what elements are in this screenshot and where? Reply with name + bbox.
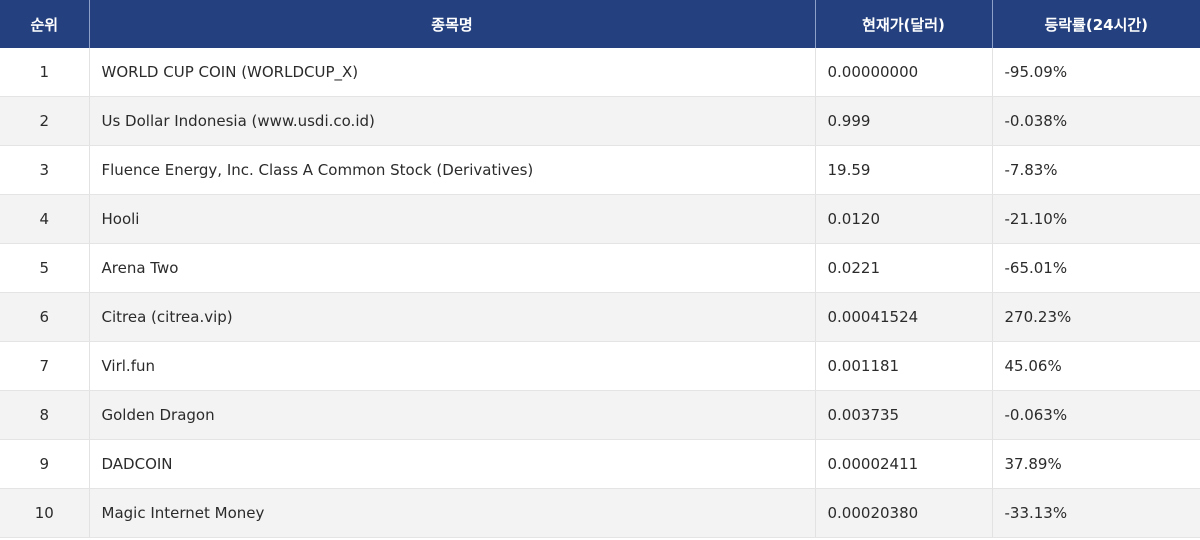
rank-cell: 10 — [0, 488, 90, 538]
name-cell: Golden Dragon — [89, 390, 816, 440]
rank-cell: 9 — [0, 439, 90, 489]
table-row[interactable]: 7 Virl.fun 0.001181 45.06% — [0, 341, 1200, 391]
table-row[interactable]: 10 Magic Internet Money 0.00020380 -33.1… — [0, 488, 1200, 538]
name-cell: Citrea (citrea.vip) — [89, 292, 816, 342]
change-cell: -0.063% — [992, 390, 1200, 440]
price-cell: 0.003735 — [815, 390, 993, 440]
name-cell: DADCOIN — [89, 439, 816, 489]
name-cell: Arena Two — [89, 243, 816, 293]
header-row: 순위 종목명 현재가(달러) 등락률(24시간) — [0, 0, 1200, 48]
price-cell: 0.00020380 — [815, 488, 993, 538]
price-cell: 0.00041524 — [815, 292, 993, 342]
rank-cell: 8 — [0, 390, 90, 440]
ranking-table: 순위 종목명 현재가(달러) 등락률(24시간) 1 WORLD CUP COI… — [0, 0, 1200, 538]
rank-cell: 6 — [0, 292, 90, 342]
table-row[interactable]: 8 Golden Dragon 0.003735 -0.063% — [0, 390, 1200, 440]
header-rank: 순위 — [0, 0, 90, 48]
change-cell: 37.89% — [992, 439, 1200, 489]
price-cell: 19.59 — [815, 145, 993, 195]
change-cell: -33.13% — [992, 488, 1200, 538]
price-cell: 0.0221 — [815, 243, 993, 293]
price-cell: 0.0120 — [815, 194, 993, 244]
name-cell: Virl.fun — [89, 341, 816, 391]
header-change: 등락률(24시간) — [992, 0, 1200, 48]
name-cell: Fluence Energy, Inc. Class A Common Stoc… — [89, 145, 816, 195]
table-row[interactable]: 3 Fluence Energy, Inc. Class A Common St… — [0, 145, 1200, 195]
change-cell: -21.10% — [992, 194, 1200, 244]
change-cell: 45.06% — [992, 341, 1200, 391]
table-row[interactable]: 6 Citrea (citrea.vip) 0.00041524 270.23% — [0, 292, 1200, 342]
rank-cell: 3 — [0, 145, 90, 195]
price-cell: 0.00000000 — [815, 48, 993, 97]
name-cell: Hooli — [89, 194, 816, 244]
rank-cell: 4 — [0, 194, 90, 244]
change-cell: -0.038% — [992, 96, 1200, 146]
header-name: 종목명 — [89, 0, 816, 48]
price-cell: 0.00002411 — [815, 439, 993, 489]
table-row[interactable]: 1 WORLD CUP COIN (WORLDCUP_X) 0.00000000… — [0, 48, 1200, 97]
price-cell: 0.001181 — [815, 341, 993, 391]
table-row[interactable]: 5 Arena Two 0.0221 -65.01% — [0, 243, 1200, 293]
table-row[interactable]: 2 Us Dollar Indonesia (www.usdi.co.id) 0… — [0, 96, 1200, 146]
rank-cell: 5 — [0, 243, 90, 293]
rank-cell: 7 — [0, 341, 90, 391]
change-cell: -95.09% — [992, 48, 1200, 97]
header-price: 현재가(달러) — [815, 0, 993, 48]
change-cell: 270.23% — [992, 292, 1200, 342]
rank-cell: 2 — [0, 96, 90, 146]
change-cell: -65.01% — [992, 243, 1200, 293]
table-row[interactable]: 9 DADCOIN 0.00002411 37.89% — [0, 439, 1200, 489]
name-cell: Magic Internet Money — [89, 488, 816, 538]
rank-cell: 1 — [0, 48, 90, 97]
change-cell: -7.83% — [992, 145, 1200, 195]
table-row[interactable]: 4 Hooli 0.0120 -21.10% — [0, 194, 1200, 244]
name-cell: WORLD CUP COIN (WORLDCUP_X) — [89, 48, 816, 97]
name-cell: Us Dollar Indonesia (www.usdi.co.id) — [89, 96, 816, 146]
price-cell: 0.999 — [815, 96, 993, 146]
